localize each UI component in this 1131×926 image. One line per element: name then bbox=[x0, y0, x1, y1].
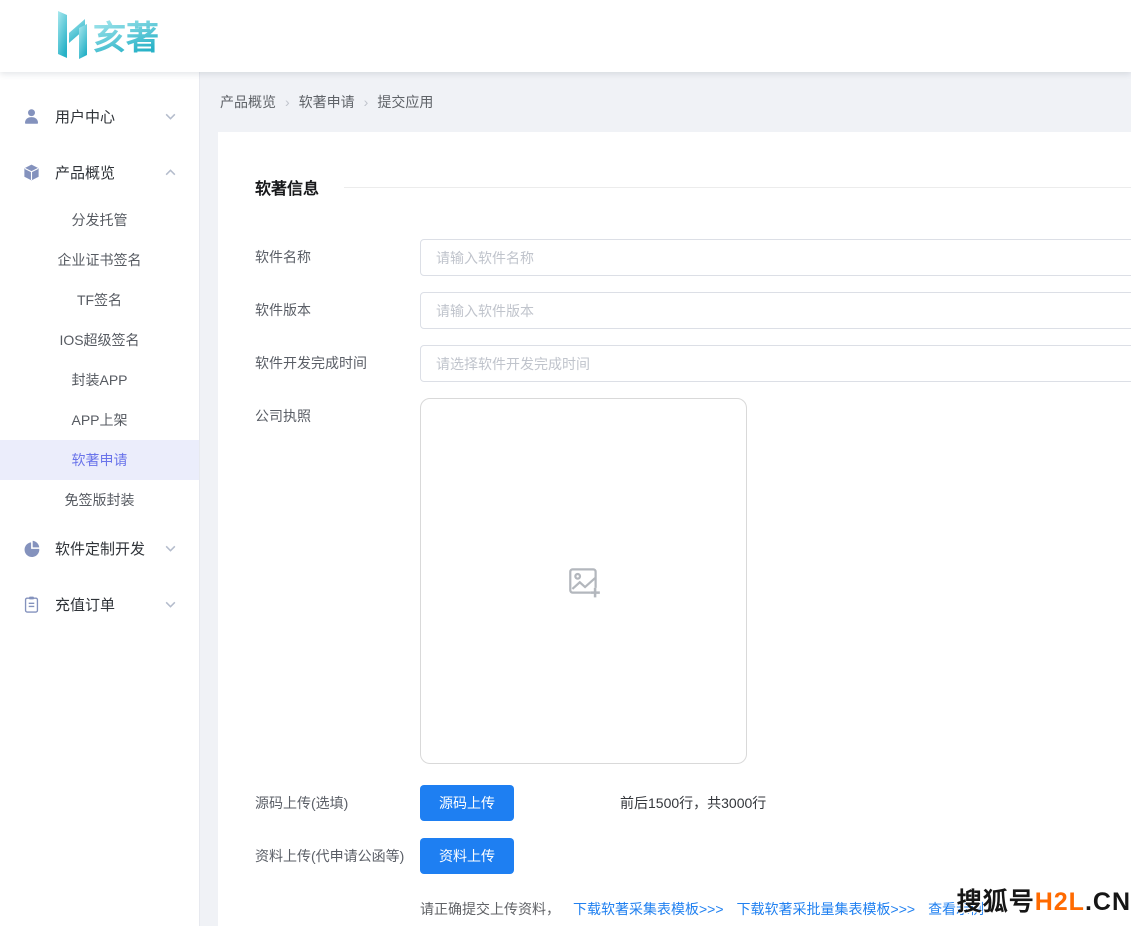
material-upload-label: 资料上传(代申请公函等) bbox=[255, 838, 420, 874]
breadcrumb-item-submit-app[interactable]: 提交应用 bbox=[377, 92, 433, 112]
watermark: 搜狐号H2L.CN bbox=[957, 882, 1131, 918]
sidebar-submenu-product-overview: 分发托管 企业证书签名 TF签名 IOS超级签名 封装APP APP上架 软著申… bbox=[0, 200, 199, 520]
software-version-label: 软件版本 bbox=[255, 292, 420, 329]
sidebar-item-label: 软件定制开发 bbox=[55, 538, 164, 559]
breadcrumb-separator-icon: › bbox=[364, 94, 369, 110]
sidebar-item-distribution-hosting[interactable]: 分发托管 bbox=[0, 200, 199, 240]
watermark-suffix: .CN bbox=[1085, 888, 1131, 916]
download-collection-template-link[interactable]: 下载软著采集表模板>>> bbox=[573, 899, 724, 919]
sidebar-item-user-center[interactable]: 用户中心 bbox=[0, 88, 199, 144]
sidebar-item-ios-super-sign[interactable]: IOS超级签名 bbox=[0, 320, 199, 360]
company-license-label: 公司执照 bbox=[255, 398, 420, 764]
logo-text: 亥著 bbox=[93, 19, 159, 56]
breadcrumb-item-software-copyright[interactable]: 软著申请 bbox=[299, 92, 355, 112]
form-row-company-license: 公司执照 bbox=[255, 398, 1131, 764]
software-version-input[interactable] bbox=[420, 292, 1131, 329]
watermark-highlight: H2L bbox=[1035, 888, 1085, 916]
software-name-label: 软件名称 bbox=[255, 239, 420, 276]
user-icon bbox=[22, 107, 41, 126]
app-header: 亥著 bbox=[0, 0, 1131, 72]
chevron-down-icon bbox=[164, 598, 177, 611]
sidebar-item-label: 产品概览 bbox=[55, 162, 164, 183]
form-row-software-version: 软件版本 bbox=[255, 292, 1131, 329]
sidebar-item-signfree-package[interactable]: 免签版封装 bbox=[0, 480, 199, 520]
pie-chart-icon bbox=[22, 539, 41, 558]
cube-icon bbox=[22, 163, 41, 182]
form-row-material-upload: 资料上传(代申请公函等) 资料上传 bbox=[255, 838, 1131, 874]
source-upload-button[interactable]: 源码上传 bbox=[420, 785, 514, 821]
sidebar: 用户中心 产品概览 分发托管 企业证书签名 TF签名 IOS超级签名 封装APP… bbox=[0, 72, 200, 926]
clipboard-icon bbox=[22, 595, 41, 614]
brand-logo: 亥著 bbox=[45, 7, 177, 65]
breadcrumb: 产品概览 › 软著申请 › 提交应用 bbox=[200, 72, 1131, 132]
sidebar-item-product-overview[interactable]: 产品概览 bbox=[0, 144, 199, 200]
sidebar-item-enterprise-cert-sign[interactable]: 企业证书签名 bbox=[0, 240, 199, 280]
download-batch-template-link[interactable]: 下载软著采批量集表模板>>> bbox=[737, 899, 916, 919]
section-head: 软著信息 bbox=[255, 175, 1131, 199]
completion-date-input[interactable] bbox=[420, 345, 1131, 382]
chevron-up-icon bbox=[164, 166, 177, 179]
watermark-prefix: 搜狐号 bbox=[957, 888, 1035, 916]
sidebar-item-custom-development[interactable]: 软件定制开发 bbox=[0, 520, 199, 576]
sidebar-item-label: 充值订单 bbox=[55, 594, 164, 615]
logo-h-mark bbox=[58, 11, 87, 59]
chevron-down-icon bbox=[164, 110, 177, 123]
sidebar-item-app-launch[interactable]: APP上架 bbox=[0, 400, 199, 440]
image-plus-icon bbox=[565, 562, 603, 600]
software-name-input[interactable] bbox=[420, 239, 1131, 276]
sidebar-item-package-app[interactable]: 封装APP bbox=[0, 360, 199, 400]
source-upload-label: 源码上传(选填) bbox=[255, 785, 420, 821]
copyright-form: 软件名称 软件版本 软件开发完成时间 公司执照 bbox=[255, 239, 1131, 919]
section-title: 软著信息 bbox=[255, 175, 319, 199]
completion-date-label: 软件开发完成时间 bbox=[255, 345, 420, 382]
chevron-down-icon bbox=[164, 542, 177, 555]
main-content: 产品概览 › 软著申请 › 提交应用 软著信息 软件名称 软件版本 bbox=[200, 72, 1131, 926]
form-card: 软著信息 软件名称 软件版本 软件开发完成时间 bbox=[218, 132, 1131, 926]
breadcrumb-item-product-overview[interactable]: 产品概览 bbox=[220, 92, 276, 112]
material-upload-button[interactable]: 资料上传 bbox=[420, 838, 514, 874]
sidebar-item-label: 用户中心 bbox=[55, 106, 164, 127]
section-divider bbox=[344, 187, 1131, 188]
sidebar-item-recharge-orders[interactable]: 充值订单 bbox=[0, 576, 199, 632]
breadcrumb-separator-icon: › bbox=[285, 94, 290, 110]
source-upload-hint: 前后1500行，共3000行 bbox=[620, 785, 766, 821]
form-row-source-upload: 源码上传(选填) 源码上传 前后1500行，共3000行 bbox=[255, 785, 1131, 821]
form-row-completion-date: 软件开发完成时间 bbox=[255, 345, 1131, 382]
form-row-software-name: 软件名称 bbox=[255, 239, 1131, 276]
sidebar-item-tf-sign[interactable]: TF签名 bbox=[0, 280, 199, 320]
company-license-uploader[interactable] bbox=[420, 398, 747, 764]
sidebar-item-software-copyright[interactable]: 软著申请 bbox=[0, 440, 199, 480]
upload-note-text: 请正确提交上传资料， bbox=[420, 899, 560, 919]
